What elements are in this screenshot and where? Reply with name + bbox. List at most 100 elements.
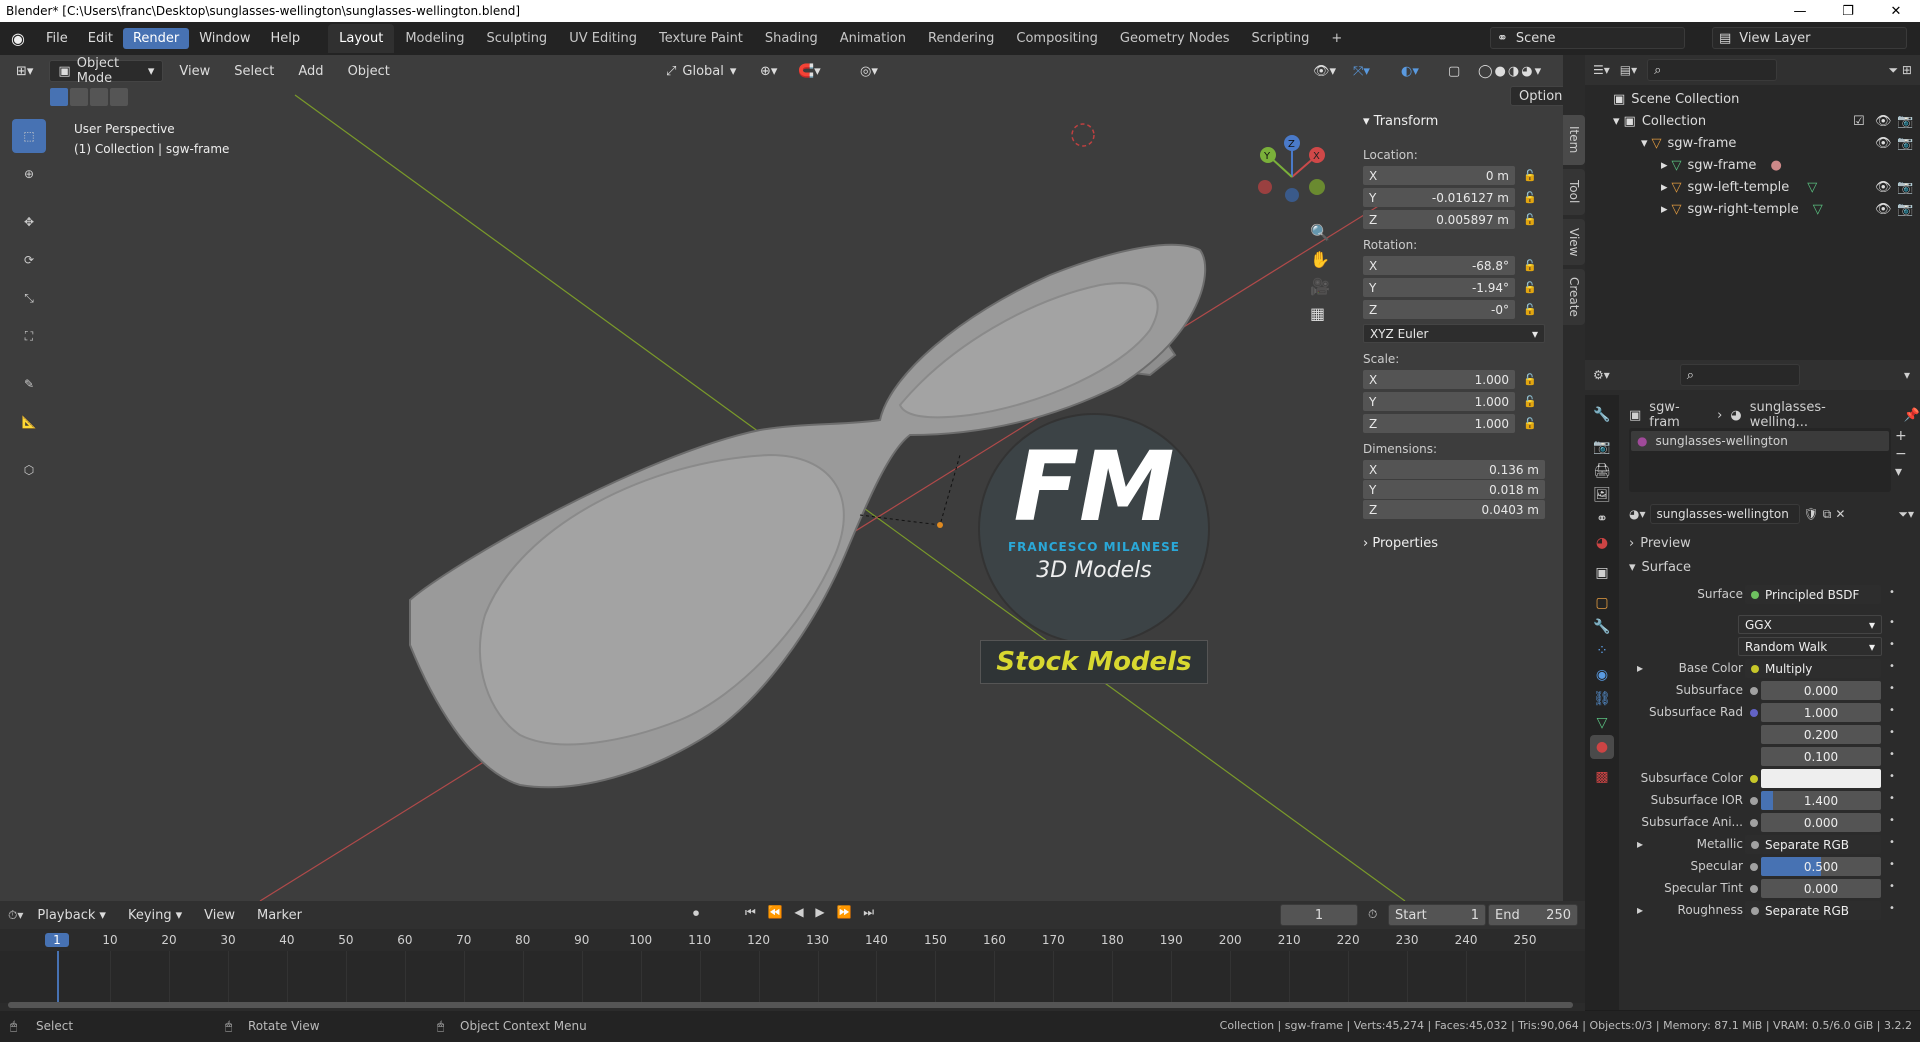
scene-icon[interactable]: ⚭ [1590, 507, 1614, 531]
proportional-edit-icon[interactable]: ◎▾ [852, 60, 886, 82]
prop-link-field[interactable]: Principled BSDF [1745, 585, 1881, 604]
material-icon[interactable]: ● [1590, 735, 1614, 759]
render-icon[interactable]: 📷 [1590, 435, 1614, 459]
lock-icon[interactable]: 🔓 [1523, 373, 1537, 387]
lock-icon[interactable]: 🔓 [1523, 169, 1537, 183]
blender-logo-icon[interactable]: ◉ [0, 29, 36, 48]
end-frame-field[interactable]: End 250 [1488, 904, 1578, 926]
rotation-x-field[interactable]: X -68.8° [1363, 256, 1515, 275]
frame-ruler[interactable]: 1 10 20 30 40 50 60 70 80 90 100 110 120 130 140 150 160… [0, 929, 1585, 951]
menu-add[interactable]: Add [290, 60, 331, 82]
animate-dot-icon[interactable]: • [1889, 859, 1895, 870]
properties-header[interactable]: › Properties [1363, 536, 1547, 556]
tab-texture-paint[interactable]: Texture Paint [648, 24, 754, 53]
animate-dot-icon[interactable]: • [1889, 793, 1895, 804]
move-icon[interactable]: ✥ [12, 205, 46, 239]
socket-icon[interactable] [1750, 885, 1758, 893]
output-icon[interactable]: 🖨 [1590, 459, 1614, 483]
add-workspace-icon[interactable]: + [1320, 24, 1353, 53]
socket-icon[interactable] [1750, 863, 1758, 871]
transform-icon[interactable]: ⛶ [12, 319, 46, 353]
expand-icon[interactable]: ▸ [1637, 661, 1643, 675]
tab-uv-editing[interactable]: UV Editing [558, 24, 648, 53]
visibility-icon[interactable]: 👁▾ [1305, 60, 1344, 82]
rotation-mode-dropdown[interactable]: XYZ Euler ▾ [1363, 324, 1545, 343]
clock-editor-icon[interactable]: ⏱▾ [8, 908, 23, 923]
constraints-icon[interactable]: ⛓ [1590, 687, 1614, 711]
data-icon[interactable]: ▽ [1590, 711, 1614, 735]
stopwatch-icon[interactable]: ⏱ [1368, 907, 1377, 922]
lock-icon[interactable]: 🔓 [1523, 303, 1537, 317]
prop-number-field[interactable]: 0.200 [1761, 725, 1881, 744]
location-y-field[interactable]: Y -0.016127 m [1363, 188, 1515, 207]
timeline-scrollbar[interactable] [8, 1002, 1573, 1008]
lock-icon[interactable]: 🔓 [1523, 395, 1537, 409]
scale-z-field[interactable]: Z 1.000 [1363, 414, 1515, 433]
outliner-row-scene-collection[interactable]: ▣ Scene Collection [1585, 88, 1920, 110]
outliner-row-sgw-frame[interactable]: ▾ ▽ sgw-frame 👁 📷 [1585, 132, 1920, 154]
add-cube-icon[interactable]: ⬡ [12, 453, 46, 487]
scale-y-field[interactable]: Y 1.000 [1363, 392, 1515, 411]
subsurface-color-swatch[interactable] [1761, 769, 1881, 788]
socket-icon[interactable] [1750, 775, 1758, 783]
tab-rendering[interactable]: Rendering [917, 24, 1005, 53]
lock-icon[interactable]: 🔓 [1523, 191, 1537, 205]
animate-dot-icon[interactable]: • [1889, 837, 1895, 848]
annotate-icon[interactable]: ✎ [12, 367, 46, 401]
prop-link-field[interactable]: Separate RGB [1745, 901, 1881, 920]
gizmo-icon[interactable]: ⤧▾ [1345, 60, 1378, 82]
socket-icon[interactable] [1750, 797, 1758, 805]
menu-playback[interactable]: Playback ▾ [29, 904, 114, 926]
animate-dot-icon[interactable]: • [1889, 749, 1895, 760]
select-box-icon[interactable]: ⬚ [12, 119, 46, 153]
tab-geometry-nodes[interactable]: Geometry Nodes [1109, 24, 1241, 53]
dimension-z-field[interactable]: Z 0.0403 m [1363, 500, 1545, 519]
select-intersect-icon[interactable] [110, 88, 128, 106]
select-subtract-icon[interactable] [90, 88, 108, 106]
outliner-row-sgw-frame-mesh[interactable]: ▸ ▽ sgw-frame ● [1585, 154, 1920, 176]
outliner-editor-icon[interactable]: ☰▾ [1593, 63, 1610, 77]
node-tree-icon[interactable]: ⏷▾ [1898, 507, 1914, 522]
view-layer-selector[interactable]: ▤ View Layer [1712, 27, 1907, 49]
socket-icon[interactable] [1750, 687, 1758, 695]
lock-icon[interactable]: 🔓 [1523, 259, 1537, 273]
tab-sculpting[interactable]: Sculpting [475, 24, 558, 53]
chevron-down-icon[interactable]: ▾ [1904, 368, 1910, 382]
prop-dropdown[interactable]: GGX ▾ [1738, 615, 1882, 634]
overlay-icon[interactable]: ◐▾ [1393, 60, 1427, 82]
rotate-icon[interactable]: ⟳ [12, 243, 46, 277]
menu-edit[interactable]: Edit [78, 28, 123, 49]
scene-selector[interactable]: ⚭ Scene [1490, 27, 1685, 49]
ortho-grid-icon[interactable]: ▦ [1310, 304, 1330, 323]
playhead[interactable] [57, 951, 59, 1003]
duplicate-icon[interactable]: ⧉ [1823, 507, 1832, 522]
tab-tool[interactable]: Tool [1563, 169, 1585, 215]
animate-dot-icon[interactable]: • [1889, 683, 1895, 694]
prop-number-field[interactable]: 0.000 [1761, 813, 1881, 832]
scale-icon[interactable]: ⤡ [12, 281, 46, 315]
tab-shading[interactable]: Shading [754, 24, 829, 53]
tab-create[interactable]: Create [1563, 269, 1585, 325]
pin-icon[interactable]: 📌 [1904, 408, 1920, 423]
animate-dot-icon[interactable]: • [1889, 727, 1895, 738]
cursor-icon[interactable]: ⊕ [12, 157, 46, 191]
properties-search-input[interactable]: ⌕ [1679, 364, 1800, 386]
lock-icon[interactable]: 🔓 [1523, 417, 1537, 431]
maximize-icon[interactable]: ❐ [1828, 0, 1868, 22]
prop-number-field[interactable]: 0.100 [1761, 747, 1881, 766]
surface-panel-header[interactable]: ▾ Surface [1629, 556, 1914, 578]
pivot-icon[interactable]: ⊕▾ [752, 60, 785, 82]
animate-dot-icon[interactable]: • [1889, 903, 1895, 914]
location-z-field[interactable]: Z 0.005897 m [1363, 210, 1515, 229]
prop-number-field[interactable]: 1.400 [1761, 791, 1881, 810]
menu-select[interactable]: Select [226, 60, 282, 82]
mode-selector[interactable]: ▣ Object Mode ▾ [49, 56, 164, 86]
snap-icon[interactable]: 🧲▾ [790, 60, 829, 82]
preview-panel-header[interactable]: › Preview [1629, 532, 1914, 554]
xray-icon[interactable]: ▢ [1440, 60, 1468, 82]
start-frame-field[interactable]: Start 1 [1388, 904, 1486, 926]
outliner-row-right-temple[interactable]: ▸ ▽ sgw-right-temple ▽ 👁 📷 [1585, 198, 1920, 220]
fake-user-icon[interactable]: 🛡 [1804, 507, 1819, 521]
minimize-icon[interactable]: — [1780, 0, 1820, 22]
dimension-x-field[interactable]: X 0.136 m [1363, 460, 1545, 479]
